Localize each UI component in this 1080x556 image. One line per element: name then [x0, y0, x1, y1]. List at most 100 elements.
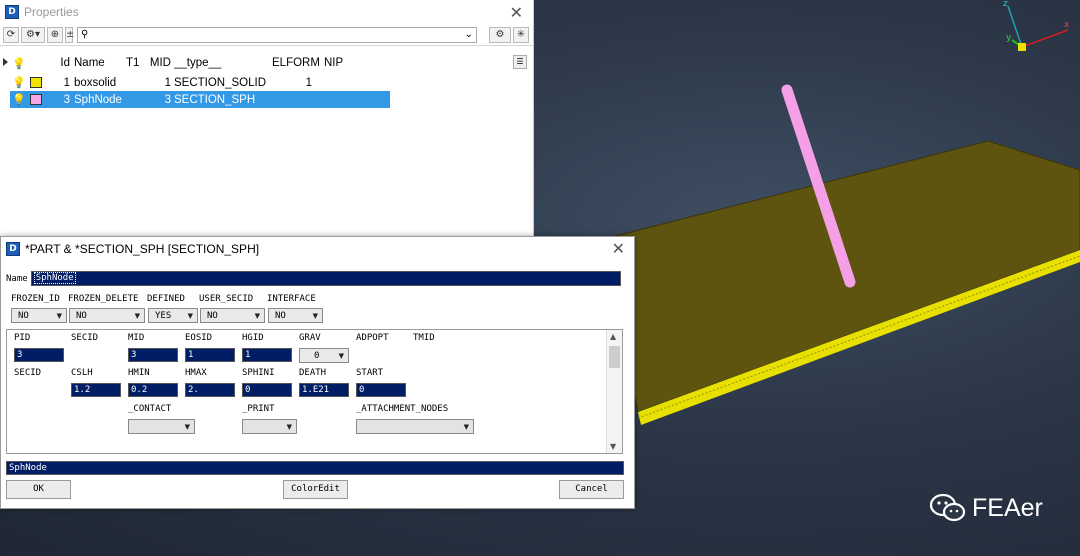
row-id: 3 [63, 93, 70, 106]
label-hgid: HGID [242, 333, 264, 343]
visibility-bulb-icon[interactable]: 💡 [10, 93, 28, 106]
interface-value: NO [275, 310, 286, 321]
dialog-title: *PART & *SECTION_SPH [SECTION_SPH] [25, 242, 260, 256]
watermark-text: FEAer [972, 493, 1043, 522]
chevron-down-icon: ▼ [338, 351, 344, 360]
part-color-swatch[interactable] [30, 94, 42, 105]
name-input[interactable]: SphNode [30, 271, 621, 286]
hmin-field[interactable]: 0.2 [128, 383, 178, 397]
label-hmin: HMIN [128, 368, 150, 378]
cslh-field[interactable]: 1.2 [71, 383, 121, 397]
frozen-id-select[interactable]: NO ▼ [11, 308, 67, 323]
label-pid: PID [14, 333, 31, 343]
chevron-down-icon: ▼ [286, 422, 292, 431]
table-row-selected[interactable]: 💡 3 SphNode 3 SECTION_SPH [10, 91, 390, 108]
settings-icon[interactable]: ⚙ [489, 26, 511, 43]
visibility-header-icon: 💡 [12, 57, 26, 70]
cancel-button[interactable]: Cancel [559, 480, 624, 499]
row-elform: 1 [305, 76, 312, 89]
user-secid-select[interactable]: NO ▼ [200, 308, 265, 323]
chevron-down-icon: ▼ [134, 311, 140, 320]
print-select[interactable]: ▼ [242, 419, 297, 434]
row-type: SECTION_SPH [174, 93, 256, 106]
table-row[interactable]: 💡 1 boxsolid 1 SECTION_SOLID 1 [10, 74, 390, 91]
axis-triad: x z y [1003, 0, 1070, 51]
expand-icon[interactable]: ✳ [513, 26, 529, 43]
flag-label-interface: INTERFACE [267, 294, 316, 304]
contact-select[interactable]: ▼ [128, 419, 195, 434]
death-field[interactable]: 1.E21 [299, 383, 349, 397]
attachment-nodes-select[interactable]: ▼ [356, 419, 474, 434]
hmax-field[interactable]: 2. [185, 383, 235, 397]
row-mid: 1 [164, 76, 171, 89]
axis-x-label: x [1064, 20, 1070, 30]
label-attachment-nodes: _ATTACHMENT_NODES [356, 404, 449, 414]
axis-y-label: y [1006, 33, 1012, 43]
col-elform[interactable]: ELFORM [272, 57, 324, 69]
flag-label-defined: DEFINED [147, 294, 185, 304]
close-icon[interactable]: ✕ [612, 239, 625, 258]
flag-label-frozen-id: FROZEN_ID [11, 294, 60, 304]
flag-label-user-secid: USER_SECID [199, 294, 254, 304]
keyword-dialog: D *PART & *SECTION_SPH [SECTION_SPH] ✕ N… [0, 236, 635, 509]
app-icon: D [5, 5, 19, 19]
col-mid[interactable]: MID [146, 57, 174, 69]
col-nip[interactable]: NIP [324, 57, 354, 69]
axis-z-label: z [1003, 0, 1008, 9]
search-combo[interactable]: ⚲ ⌄ [77, 26, 477, 43]
color-edit-button[interactable]: ColorEdit [283, 480, 348, 499]
name-label: Name [6, 273, 28, 284]
parts-table: 💡 Id Name T1 MID __type__ ELFORM NIP 💡 1… [10, 52, 390, 108]
defined-select[interactable]: YES ▼ [148, 308, 198, 323]
hgid-field[interactable]: 1 [242, 348, 292, 362]
col-t1[interactable]: T1 [126, 57, 146, 69]
filter-icon[interactable]: ⚙▾ [21, 26, 45, 43]
grav-value: 0 [314, 350, 320, 361]
search-icon: ⚲ [81, 29, 89, 40]
name-value: SphNode [33, 272, 76, 284]
close-icon[interactable]: ✕ [510, 3, 523, 22]
chevron-down-icon: ▼ [463, 422, 469, 431]
frozen-id-value: NO [18, 310, 29, 321]
label-eosid: EOSID [185, 333, 213, 343]
sphini-field[interactable]: 0 [242, 383, 292, 397]
row-pointer-icon [3, 58, 8, 66]
col-id[interactable]: Id [50, 57, 74, 69]
zoom-icon[interactable]: ⊕ [47, 26, 63, 43]
ok-button[interactable]: OK [6, 480, 71, 499]
label-tmid: TMID [413, 333, 435, 343]
start-field[interactable]: 0 [356, 383, 406, 397]
dialog-titlebar: D *PART & *SECTION_SPH [SECTION_SPH] ✕ [1, 237, 634, 261]
label-grav: GRAV [299, 333, 321, 343]
col-name[interactable]: Name [74, 57, 126, 69]
refresh-icon[interactable]: ⟳ [3, 26, 19, 43]
frozen-delete-select[interactable]: NO ▼ [69, 308, 145, 323]
plus-minus-icon[interactable]: ± [65, 26, 74, 43]
col-type[interactable]: __type__ [174, 57, 272, 69]
frozen-delete-value: NO [76, 310, 87, 321]
wechat-icon [930, 493, 966, 522]
chevron-up-icon[interactable]: ▲ [610, 332, 616, 341]
grav-select[interactable]: 0 ▼ [299, 348, 349, 363]
status-bar: SphNode [6, 461, 624, 475]
eosid-field[interactable]: 1 [185, 348, 235, 362]
pid-field[interactable]: 3 [14, 348, 64, 362]
section-fields-grid: PID SECID MID EOSID HGID GRAV ADPOPT TMI… [6, 329, 623, 454]
chevron-down-icon[interactable]: ▼ [610, 442, 616, 451]
scrollbar-thumb[interactable] [609, 346, 620, 368]
name-row: Name SphNode [6, 271, 621, 286]
part-color-swatch[interactable] [30, 77, 42, 88]
vertical-scrollbar[interactable]: ▲ ▼ [606, 330, 622, 453]
visibility-bulb-icon[interactable]: 💡 [10, 76, 28, 89]
user-secid-value: NO [207, 310, 218, 321]
chevron-down-icon: ▼ [184, 422, 190, 431]
properties-title: Properties [24, 5, 79, 19]
column-chooser-icon[interactable]: ☰ [513, 55, 527, 69]
label-secid: SECID [71, 333, 99, 343]
table-header: 💡 Id Name T1 MID __type__ ELFORM NIP [10, 52, 390, 74]
row-id: 1 [63, 76, 70, 89]
interface-select[interactable]: NO ▼ [268, 308, 323, 323]
properties-toolbar: ⟳ ⚙▾ ⊕ ± ⚲ ⌄ ⚙ ✳ [0, 24, 533, 46]
mid-field[interactable]: 3 [128, 348, 178, 362]
app-icon: D [6, 242, 20, 256]
